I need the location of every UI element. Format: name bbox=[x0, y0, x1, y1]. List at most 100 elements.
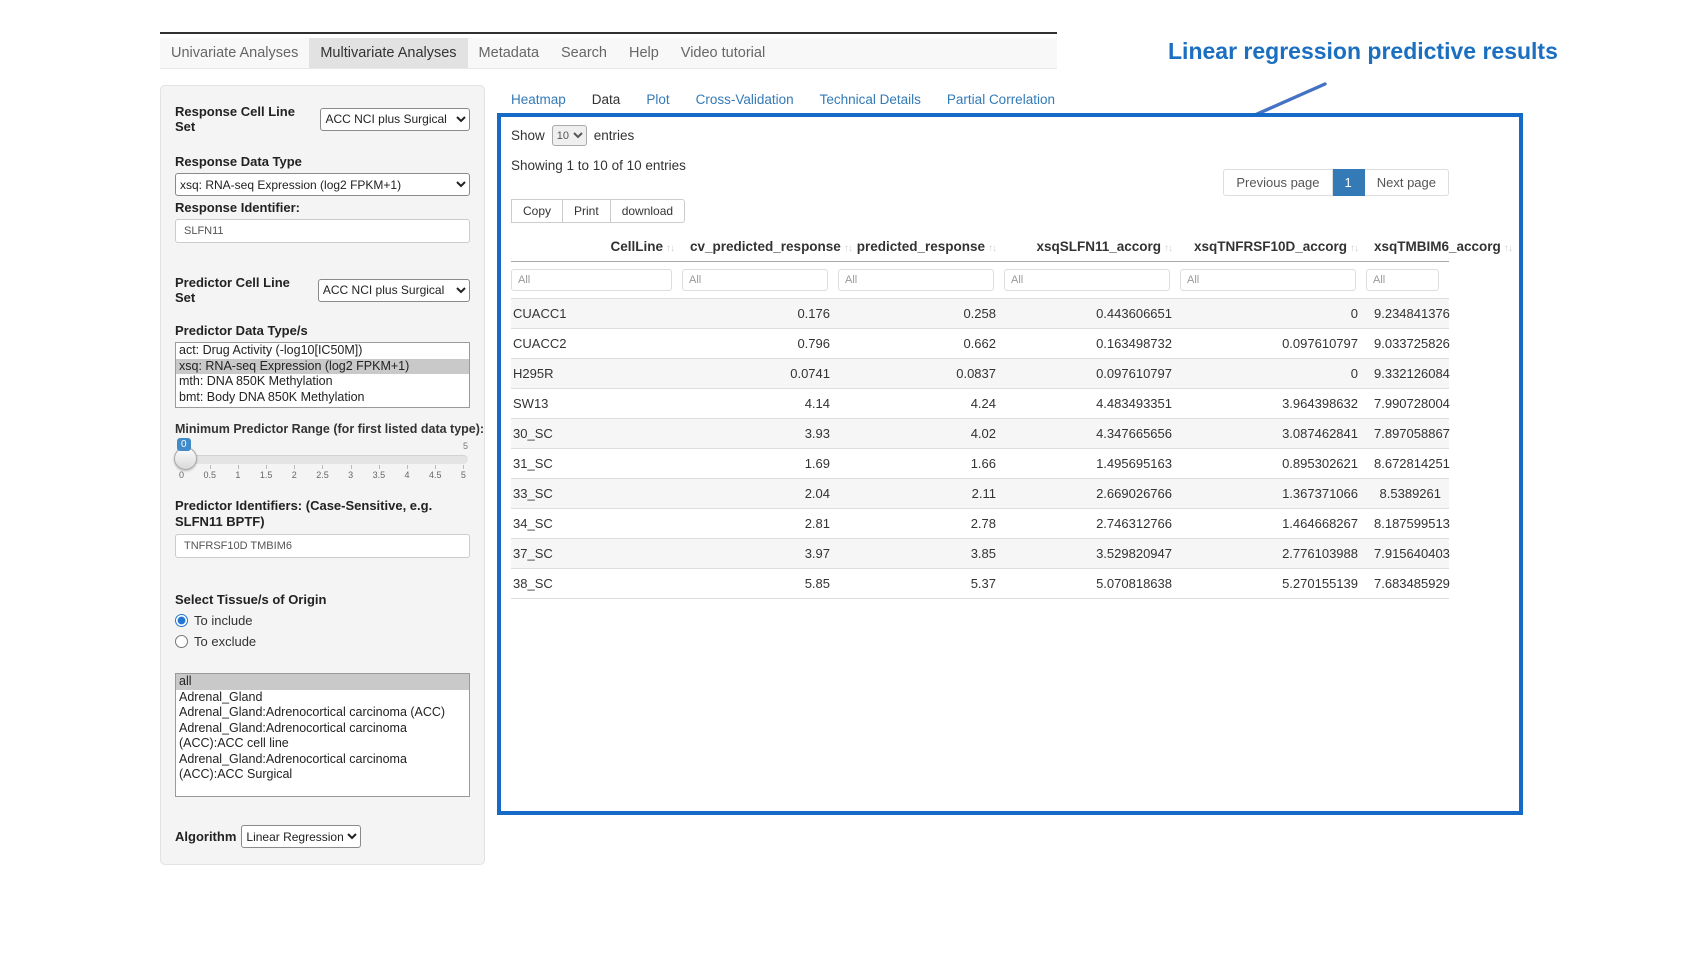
listbox-option[interactable]: Adrenal_Gland bbox=[176, 690, 469, 706]
table-row[interactable]: 33_SC 2.04 2.11 2.669026766 1.367371066 … bbox=[511, 479, 1449, 509]
sort-arrows-icon[interactable]: ↑↓ bbox=[666, 243, 674, 254]
sort-arrows-icon[interactable]: ↑↓ bbox=[1164, 243, 1172, 254]
next-page-button[interactable]: Next page bbox=[1365, 169, 1449, 196]
table-row[interactable]: 37_SC 3.97 3.85 3.529820947 2.776103988 … bbox=[511, 539, 1449, 569]
nav-item[interactable]: Video tutorial bbox=[670, 38, 776, 68]
listbox-option[interactable]: all bbox=[176, 674, 469, 690]
cv-predicted-response-cell: 3.93 bbox=[682, 419, 838, 449]
result-tab[interactable]: Cross-Validation bbox=[696, 92, 794, 107]
column-filter-input[interactable] bbox=[511, 269, 672, 291]
nav-item-label: Metadata bbox=[479, 38, 539, 68]
table-row[interactable]: H295R 0.0741 0.0837 0.097610797 0 9.3321… bbox=[511, 359, 1449, 389]
column-filter-input[interactable] bbox=[1004, 269, 1170, 291]
nav-item[interactable]: Univariate Analyses bbox=[160, 38, 309, 68]
table-row[interactable]: CUACC2 0.796 0.662 0.163498732 0.0976107… bbox=[511, 329, 1449, 359]
tissue-radio-option[interactable]: To exclude bbox=[175, 634, 470, 649]
table-row[interactable]: CUACC1 0.176 0.258 0.443606651 0 9.23484… bbox=[511, 299, 1449, 329]
result-tab[interactable]: Partial Correlation bbox=[947, 92, 1055, 107]
previous-page-button[interactable]: Previous page bbox=[1223, 169, 1332, 196]
nav-item[interactable]: Metadata bbox=[468, 38, 550, 68]
column-header[interactable]: predicted_response↑↓ bbox=[838, 233, 1004, 262]
nav-item[interactable]: Help bbox=[618, 38, 670, 68]
listbox-option[interactable]: act: Drug Activity (-log10[IC50M]) bbox=[176, 343, 469, 359]
show-entries-control: Show 10 entries bbox=[511, 125, 1449, 146]
column-filter-input[interactable] bbox=[682, 269, 828, 291]
sort-arrows-icon[interactable]: ↑↓ bbox=[1350, 243, 1358, 254]
result-tab[interactable]: Technical Details bbox=[820, 92, 921, 107]
column-header[interactable]: xsqSLFN11_accorg↑↓ bbox=[1004, 233, 1180, 262]
export-button[interactable]: Print bbox=[563, 199, 611, 223]
nav-item-label: Multivariate Analyses bbox=[320, 38, 456, 68]
column-header-label: cv_predicted_response bbox=[690, 239, 841, 254]
filter-row bbox=[511, 262, 1449, 299]
table-row[interactable]: 30_SC 3.93 4.02 4.347665656 3.087462841 … bbox=[511, 419, 1449, 449]
column-header[interactable]: CellLine↑↓ bbox=[511, 233, 682, 262]
nav-item[interactable]: Multivariate Analyses bbox=[309, 38, 467, 68]
column-filter-input[interactable] bbox=[1366, 269, 1439, 291]
table-row[interactable]: 34_SC 2.81 2.78 2.746312766 1.464668267 … bbox=[511, 509, 1449, 539]
sort-arrows-icon[interactable]: ↑↓ bbox=[988, 243, 996, 254]
column-header[interactable]: cv_predicted_response↑↓ bbox=[682, 233, 838, 262]
predicted-response-cell: 2.11 bbox=[838, 479, 1004, 509]
export-button[interactable]: Copy bbox=[511, 199, 563, 223]
xsqtnfrsf10d-accorg-cell: 0 bbox=[1180, 359, 1366, 389]
slider-tick-label: 2 bbox=[292, 470, 297, 480]
page-length-select[interactable]: 10 bbox=[552, 125, 587, 146]
export-button[interactable]: download bbox=[611, 199, 685, 223]
sort-arrows-icon[interactable]: ↑↓ bbox=[1504, 243, 1512, 254]
tissue-radio-label: To exclude bbox=[194, 634, 256, 649]
listbox-option[interactable]: Adrenal_Gland:Adrenocortical carcinoma (… bbox=[176, 705, 469, 721]
result-tab[interactable]: Heatmap bbox=[511, 92, 566, 107]
xsqtnfrsf10d-accorg-cell: 3.964398632 bbox=[1180, 389, 1366, 419]
tissue-radio-group: To include To exclude bbox=[175, 613, 470, 649]
column-header[interactable]: xsqTNFRSF10D_accorg↑↓ bbox=[1180, 233, 1366, 262]
xsqslfn11-accorg-cell: 2.669026766 bbox=[1004, 479, 1180, 509]
result-tab[interactable]: Plot bbox=[646, 92, 669, 107]
sort-arrows-icon[interactable]: ↑↓ bbox=[844, 243, 852, 254]
column-filter-input[interactable] bbox=[838, 269, 994, 291]
listbox-option[interactable]: Adrenal_Gland:Adrenocortical carcinoma (… bbox=[176, 752, 469, 783]
listbox-option[interactable]: Adrenal_Gland:Adrenocortical carcinoma (… bbox=[176, 721, 469, 752]
listbox-option[interactable]: bmt: Body DNA 850K Methylation bbox=[176, 390, 469, 406]
cellline-cell: 30_SC bbox=[511, 419, 682, 449]
tissue-radio-input[interactable] bbox=[175, 614, 188, 627]
response-data-type-label: Response Data Type bbox=[175, 154, 470, 169]
table-row[interactable]: 38_SC 5.85 5.37 5.070818638 5.270155139 … bbox=[511, 569, 1449, 599]
response-data-type-select[interactable]: xsq: RNA-seq Expression (log2 FPKM+1) bbox=[175, 173, 470, 196]
column-header-label: xsqTNFRSF10D_accorg bbox=[1194, 239, 1347, 254]
response-identifier-input[interactable] bbox=[175, 219, 470, 243]
predictor-identifiers-input[interactable] bbox=[175, 534, 470, 558]
cellline-cell: SW13 bbox=[511, 389, 682, 419]
listbox-option[interactable]: mth: DNA 850K Methylation bbox=[176, 374, 469, 390]
nav-item-label: Help bbox=[629, 38, 659, 68]
cv-predicted-response-cell: 0.0741 bbox=[682, 359, 838, 389]
cv-predicted-response-cell: 2.04 bbox=[682, 479, 838, 509]
predictor-cell-line-set-select[interactable]: ACC NCI plus Surgical bbox=[318, 279, 470, 302]
result-tabs: Heatmap Data Plot Cross-Validation Techn… bbox=[511, 92, 1055, 107]
listbox-option[interactable]: xsq: RNA-seq Expression (log2 FPKM+1) bbox=[176, 359, 469, 375]
tissue-radio-input[interactable] bbox=[175, 635, 188, 648]
predicted-response-cell: 5.37 bbox=[838, 569, 1004, 599]
header-row: CellLine↑↓ cv_predicted_response↑↓ predi… bbox=[511, 233, 1449, 262]
table-row[interactable]: 31_SC 1.69 1.66 1.495695163 0.895302621 … bbox=[511, 449, 1449, 479]
slider-tick-label: 2.5 bbox=[316, 470, 329, 480]
column-header[interactable]: xsqTMBIM6_accorg↑↓ bbox=[1366, 233, 1449, 262]
predictor-data-types-label: Predictor Data Type/s bbox=[175, 323, 470, 338]
tissue-radio-option[interactable]: To include bbox=[175, 613, 470, 628]
filter-cell bbox=[1366, 262, 1449, 299]
table-row[interactable]: SW13 4.14 4.24 4.483493351 3.964398632 7… bbox=[511, 389, 1449, 419]
slider-tick-label: 0.5 bbox=[203, 470, 216, 480]
annotation-title: Linear regression predictive results bbox=[1168, 38, 1558, 65]
algorithm-select[interactable]: Linear Regression bbox=[241, 825, 361, 848]
result-tab[interactable]: Data bbox=[592, 92, 621, 107]
current-page-button[interactable]: 1 bbox=[1333, 169, 1365, 196]
slider-tick-label: 1 bbox=[235, 470, 240, 480]
xsqtnfrsf10d-accorg-cell: 1.464668267 bbox=[1180, 509, 1366, 539]
cellline-cell: 33_SC bbox=[511, 479, 682, 509]
column-filter-input[interactable] bbox=[1180, 269, 1356, 291]
nav-item-label: Video tutorial bbox=[681, 38, 765, 68]
response-cell-line-set-select[interactable]: ACC NCI plus Surgical bbox=[320, 108, 470, 131]
nav-item-label: Search bbox=[561, 38, 607, 68]
xsqtmbim6-accorg-cell: 8.187599513 bbox=[1366, 509, 1449, 539]
nav-item[interactable]: Search bbox=[550, 38, 618, 68]
